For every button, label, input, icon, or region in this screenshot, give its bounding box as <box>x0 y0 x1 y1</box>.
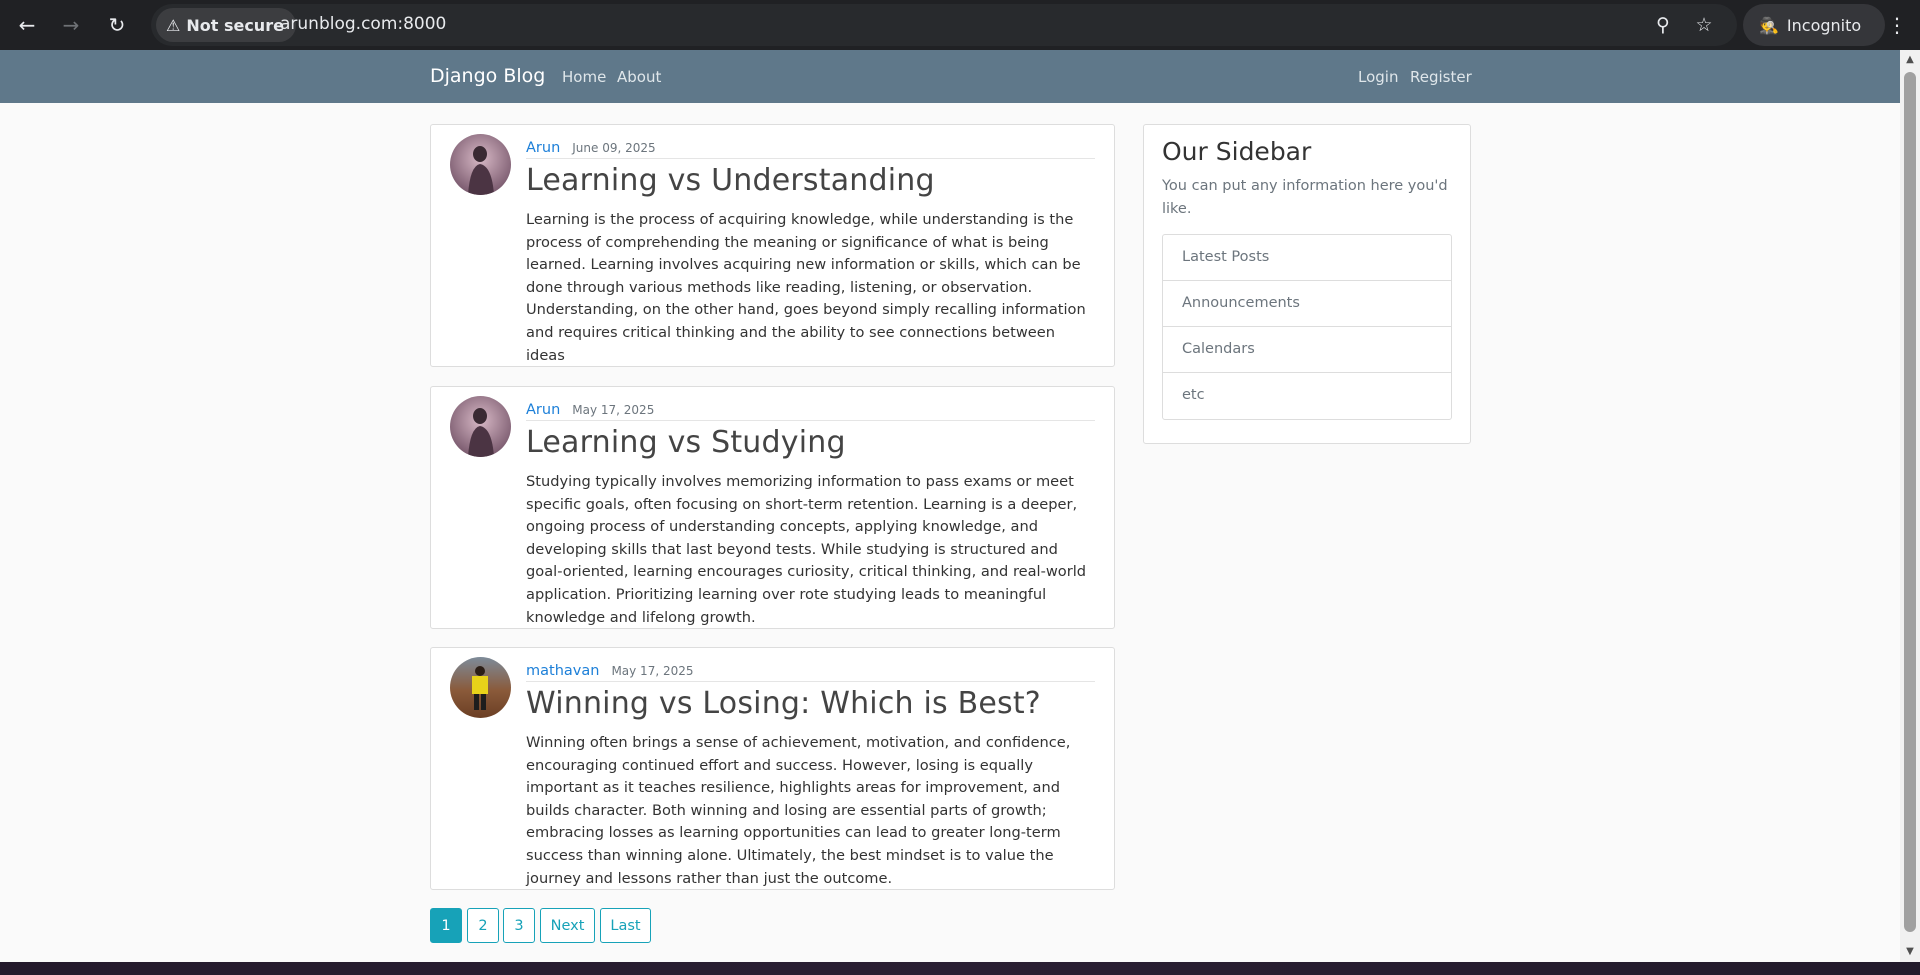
page-3-button[interactable]: 3 <box>503 908 535 943</box>
author-avatar <box>450 134 511 195</box>
post-date: June 09, 2025 <box>572 141 656 155</box>
back-icon[interactable]: ← <box>10 8 44 42</box>
author-avatar <box>450 396 511 457</box>
warning-icon: ⚠ <box>166 15 181 35</box>
menu-icon[interactable]: ⋮ <box>1882 8 1912 42</box>
sidebar-item-etc[interactable]: etc <box>1163 373 1451 419</box>
post-meta: Arun June 09, 2025 <box>526 137 1095 159</box>
nav-home[interactable]: Home <box>562 68 606 86</box>
browser-toolbar: ← → ↻ ⚠ Not secure arunblog.com:8000 ⚲ ☆… <box>0 0 1920 50</box>
post-meta: mathavan May 17, 2025 <box>526 660 1095 682</box>
sidebar-list: Latest Posts Announcements Calendars etc <box>1162 234 1452 420</box>
post-content: Winning often brings a sense of achievem… <box>526 734 1071 887</box>
scroll-thumb[interactable] <box>1904 72 1916 932</box>
incognito-icon: 🕵 <box>1759 15 1779 35</box>
nav-register[interactable]: Register <box>1410 68 1472 86</box>
sidebar-item-calendars[interactable]: Calendars <box>1163 327 1451 373</box>
post-meta: Arun May 17, 2025 <box>526 399 1095 421</box>
reload-icon[interactable]: ↻ <box>100 8 134 42</box>
author-link[interactable]: mathavan <box>526 663 599 679</box>
page-1-button[interactable]: 1 <box>430 908 462 943</box>
nav-login[interactable]: Login <box>1358 68 1398 86</box>
sidebar-description: You can put any information here you'd l… <box>1162 178 1448 217</box>
sidebar-item-announcements[interactable]: Announcements <box>1163 281 1451 327</box>
author-link[interactable]: Arun <box>526 140 560 156</box>
incognito-badge[interactable]: 🕵 Incognito <box>1743 4 1885 46</box>
post-card: Arun May 17, 2025 Learning vs Studying St… <box>430 386 1115 629</box>
page-scrollbar[interactable]: ▲ ▼ <box>1900 50 1920 962</box>
post-title[interactable]: Learning vs Understanding <box>526 163 935 198</box>
url-text[interactable]: arunblog.com:8000 <box>280 14 446 34</box>
site-navbar: Django Blog Home About Login Register <box>0 50 1900 103</box>
post-content: Studying typically involves memorizing i… <box>526 473 1087 626</box>
security-label: Not secure <box>186 15 284 35</box>
post-card: Arun June 09, 2025 Learning vs Understand… <box>430 124 1115 367</box>
sidebar-title: Our Sidebar <box>1162 137 1312 166</box>
post-date: May 17, 2025 <box>611 664 694 678</box>
sidebar: Our Sidebar You can put any information … <box>1143 124 1471 444</box>
post-title[interactable]: Winning vs Losing: Which is Best? <box>526 686 1041 721</box>
star-icon[interactable]: ☆ <box>1691 12 1717 38</box>
post-content: Learning is the process of acquiring kno… <box>526 211 1086 364</box>
post-title[interactable]: Learning vs Studying <box>526 425 846 460</box>
post-card: mathavan May 17, 2025 Winning vs Losing: … <box>430 647 1115 890</box>
forward-icon[interactable]: → <box>54 8 88 42</box>
os-taskbar <box>0 962 1920 975</box>
next-page-button[interactable]: Next <box>540 908 595 943</box>
security-chip[interactable]: ⚠ Not secure <box>156 8 296 42</box>
post-date: May 17, 2025 <box>572 403 655 417</box>
sidebar-item-latest-posts[interactable]: Latest Posts <box>1163 235 1451 281</box>
last-page-button[interactable]: Last <box>600 908 651 943</box>
incognito-label: Incognito <box>1786 15 1862 35</box>
nav-about[interactable]: About <box>617 68 661 86</box>
scroll-up-icon[interactable]: ▲ <box>1904 54 1916 66</box>
site-brand[interactable]: Django Blog <box>430 65 545 87</box>
author-link[interactable]: Arun <box>526 402 560 418</box>
zoom-icon[interactable]: ⚲ <box>1650 12 1676 38</box>
author-avatar <box>450 657 511 718</box>
scroll-down-icon[interactable]: ▼ <box>1904 946 1916 958</box>
page-2-button[interactable]: 2 <box>467 908 499 943</box>
address-bar[interactable]: ⚠ Not secure arunblog.com:8000 ⚲ ☆ <box>151 4 1737 46</box>
